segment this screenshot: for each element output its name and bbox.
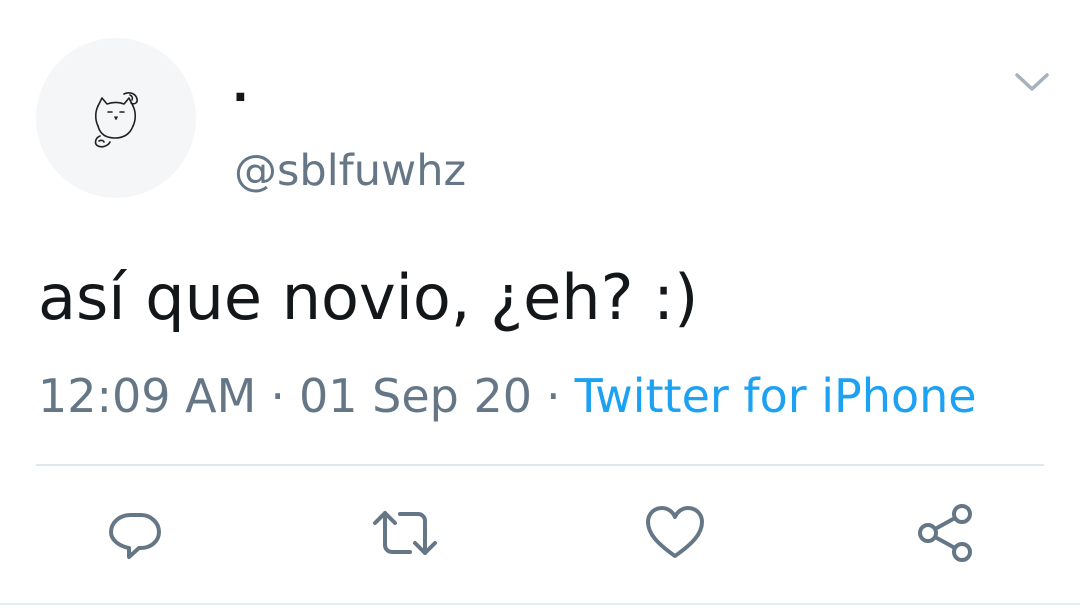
tweet-time: 12:09 AM — [38, 369, 257, 423]
share-button[interactable] — [910, 498, 980, 568]
user-handle[interactable]: @sblfuwhz — [234, 143, 466, 199]
tweet-source-link[interactable]: Twitter for iPhone — [575, 369, 977, 423]
tweet-detail: . @sblfuwhz así que novio, ¿eh? :) 12:09… — [0, 0, 1080, 611]
meta-separator: · — [545, 369, 561, 423]
chevron-down-icon[interactable] — [1008, 62, 1056, 102]
heart-icon — [646, 506, 704, 558]
tweet-date: 01 Sep 20 — [298, 369, 532, 423]
cat-doodle-icon — [94, 92, 138, 148]
reply-button[interactable] — [100, 498, 170, 568]
meta-separator: · — [270, 369, 285, 423]
bottom-border — [0, 603, 1080, 605]
divider — [36, 464, 1044, 466]
like-button[interactable] — [640, 498, 710, 568]
reply-icon — [109, 513, 161, 559]
retweet-button[interactable] — [370, 498, 440, 568]
tweet-text: así que novio, ¿eh? :) — [38, 261, 699, 334]
display-name[interactable]: . — [232, 62, 249, 112]
retweet-icon — [373, 511, 437, 555]
avatar[interactable] — [36, 38, 196, 198]
tweet-meta: 12:09 AM · 01 Sep 20 · Twitter for iPhone — [38, 366, 977, 426]
share-icon — [918, 504, 972, 562]
